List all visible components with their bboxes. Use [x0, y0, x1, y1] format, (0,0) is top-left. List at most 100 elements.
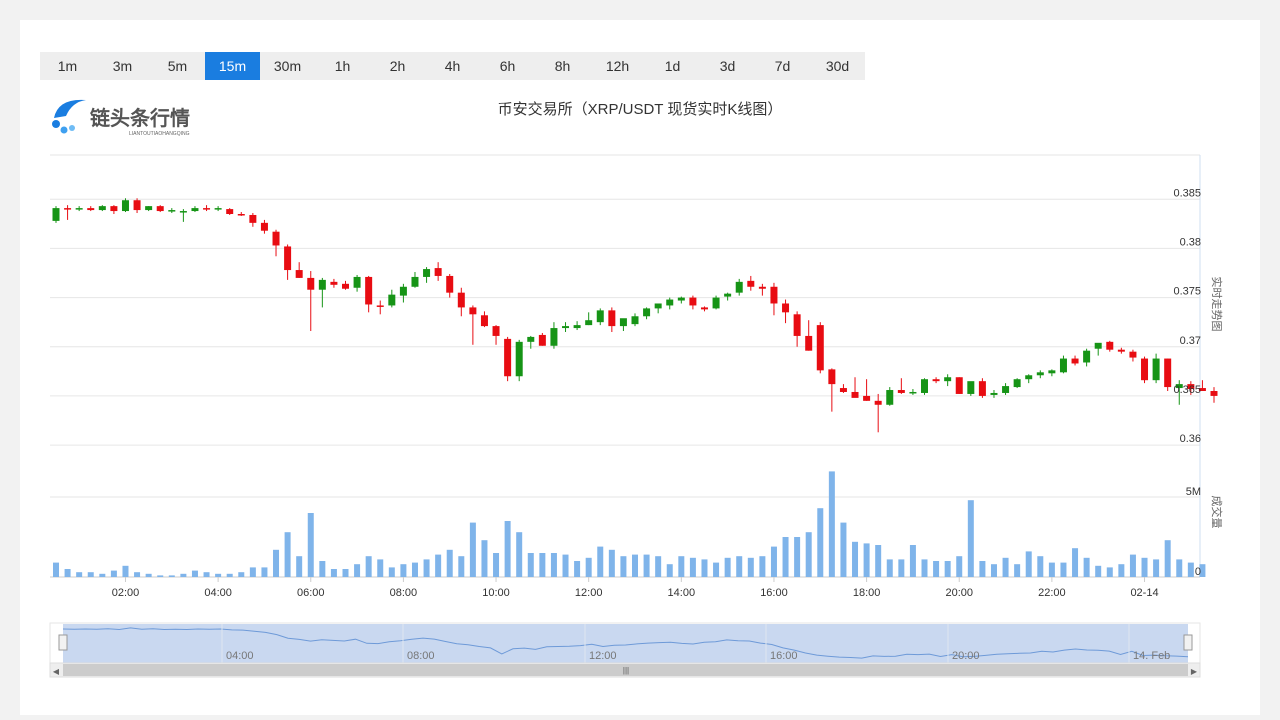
volume-bar — [296, 556, 303, 577]
candle-body — [990, 392, 998, 395]
volume-bar — [759, 556, 766, 577]
candle-body — [816, 325, 824, 371]
volume-bar — [805, 532, 812, 577]
candle-body — [260, 222, 268, 231]
volume-bar — [261, 567, 268, 577]
volume-bar — [516, 532, 523, 577]
candle-body — [1059, 358, 1067, 373]
volume-bar — [469, 522, 476, 577]
x-tick-label: 04:00 — [204, 587, 232, 599]
candle — [596, 308, 604, 326]
candle — [550, 322, 558, 349]
scroll-left-icon[interactable]: ◀ — [53, 667, 60, 676]
candle — [376, 300, 384, 315]
volume-bar — [701, 559, 708, 577]
navigator-tick-label: 08:00 — [407, 650, 435, 662]
candle-body — [712, 297, 720, 309]
volume-bar — [1037, 556, 1044, 577]
volume-bar — [574, 561, 581, 577]
candle-body — [1083, 350, 1091, 363]
candle — [1141, 356, 1149, 384]
candle-body — [307, 277, 315, 290]
volume-bar — [678, 556, 685, 577]
volume-bar — [284, 532, 291, 577]
candle-body — [1013, 379, 1021, 388]
candle-body — [145, 206, 153, 211]
candle — [1164, 358, 1172, 391]
navigator-tick-label: 12:00 — [589, 650, 617, 662]
candle-body — [446, 275, 454, 293]
volume-bar — [423, 559, 430, 577]
candle-body — [1036, 372, 1044, 376]
candle — [897, 378, 905, 394]
volume-bar — [1014, 564, 1021, 577]
candle — [1117, 347, 1125, 354]
candle — [874, 393, 882, 433]
scroll-right-icon[interactable]: ▶ — [1191, 667, 1198, 676]
candle — [909, 389, 917, 395]
candle-body — [237, 214, 245, 216]
candle-body — [226, 209, 234, 214]
candle-body — [874, 400, 882, 405]
candle — [179, 209, 187, 222]
volume-series — [53, 471, 1206, 577]
candle-body — [1048, 370, 1056, 374]
volume-bar — [550, 553, 557, 577]
candle — [480, 311, 488, 328]
candle-body — [1210, 391, 1218, 396]
volume-bar — [249, 567, 256, 577]
candle-body — [955, 377, 963, 394]
volume-bar — [539, 553, 546, 577]
candle — [121, 198, 129, 213]
candle — [353, 274, 361, 292]
candle-body — [191, 208, 199, 212]
candle — [1129, 349, 1137, 362]
volume-bar — [110, 570, 117, 577]
kline-chart[interactable]: 0.385 0.38 0.375 0.37 0.365 0.36 5M 0 02:00 04:… — [0, 0, 1280, 720]
x-tick-label: 16:00 — [760, 587, 788, 599]
candle-body — [423, 269, 431, 277]
candle-body — [967, 381, 975, 394]
candle-body — [87, 208, 95, 211]
volume-bar — [1002, 557, 1009, 577]
volume-bar — [1187, 562, 1194, 577]
navigator-right-handle[interactable] — [1183, 634, 1193, 651]
candle-body — [133, 200, 141, 211]
navigator-left-handle[interactable] — [58, 634, 68, 651]
navigator-tick-label: 14. Feb — [1133, 650, 1170, 662]
candle — [295, 262, 303, 278]
candle — [967, 381, 975, 396]
candle — [1083, 348, 1091, 367]
candle — [214, 206, 222, 212]
candle-body — [596, 310, 604, 323]
volume-bar — [1176, 559, 1183, 577]
range-navigator[interactable]: 04:00 08:00 12:00 16:00 20:00 14. Feb ◀ ▶ ||| — [49, 622, 1201, 678]
candle-body — [735, 281, 743, 293]
volume-bar — [724, 557, 731, 577]
price-tick-label: 0.38 — [1180, 236, 1201, 248]
candle — [191, 206, 199, 213]
candle-body — [1025, 375, 1033, 380]
candle — [770, 282, 778, 316]
candle — [145, 206, 153, 212]
candle-body — [805, 335, 813, 351]
candle-body — [110, 206, 118, 212]
candle-body — [562, 326, 570, 329]
grid-lines — [50, 154, 1201, 578]
candle-body — [654, 303, 662, 309]
candle — [654, 303, 662, 314]
candle — [260, 219, 268, 234]
candle-body — [156, 206, 164, 212]
candle — [863, 379, 871, 401]
candle — [816, 322, 824, 374]
volume-bar — [956, 556, 963, 577]
candle-body — [504, 338, 512, 377]
candle — [782, 299, 790, 324]
volume-bar — [1072, 548, 1079, 577]
candle-body — [480, 315, 488, 327]
volume-bar — [1141, 557, 1148, 577]
candle — [793, 311, 801, 347]
volume-bar — [967, 500, 974, 577]
scrollbar-grip-icon[interactable]: ||| — [623, 666, 629, 675]
candle-body — [758, 286, 766, 289]
